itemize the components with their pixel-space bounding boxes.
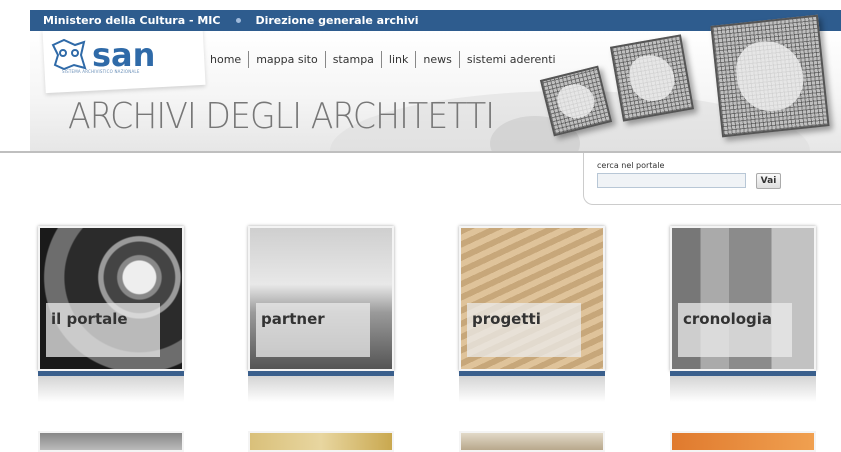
search-label: cerca nel portale: [597, 161, 665, 170]
tile-photo: progetti: [459, 226, 605, 371]
tile-photo: partner: [248, 226, 394, 371]
logo-subtitle: SISTEMA ARCHIVISTICO NAZIONALE: [62, 69, 140, 74]
tile-progetti[interactable]: progetti: [459, 226, 605, 402]
tile-reflection: [459, 376, 605, 402]
directorate-link[interactable]: Direzione generale archivi: [255, 14, 418, 27]
logo-emblem-icon: [51, 38, 87, 71]
tile-cronologia[interactable]: cronologia: [670, 226, 816, 402]
tile-reflection: [38, 376, 184, 402]
ministry-link[interactable]: Ministero della Cultura - MIC: [43, 14, 220, 27]
search-button[interactable]: Vai: [756, 173, 781, 189]
tile-il-portale[interactable]: il portale: [38, 226, 184, 402]
nav-member-systems[interactable]: sistemi aderenti: [458, 51, 563, 68]
nav-news[interactable]: news: [415, 51, 458, 68]
page-title: ARCHIVI DEGLI ARCHITETTI: [68, 96, 495, 137]
nav-home[interactable]: home: [203, 51, 248, 68]
wire-cube-icon: [609, 34, 695, 122]
tile-photo: il portale: [38, 226, 184, 371]
tile-reflection: [670, 376, 816, 402]
nav-sitemap[interactable]: mappa sito: [248, 51, 325, 68]
tile-label: il portale: [46, 303, 160, 357]
tile-reflection: [248, 376, 394, 402]
tile-photo: cronologia: [670, 226, 816, 371]
tile-partner[interactable]: partner: [248, 226, 394, 402]
nav-link[interactable]: link: [380, 51, 415, 68]
tile-next-row[interactable]: [670, 431, 816, 452]
tile-next-row[interactable]: [248, 431, 394, 452]
tile-label: cronologia: [678, 303, 792, 357]
tile-label: partner: [256, 303, 370, 357]
main-nav: home mappa sito stampa link news sistemi…: [203, 51, 563, 68]
search-panel: cerca nel portale Vai: [583, 153, 841, 205]
tile-next-row[interactable]: [38, 431, 184, 452]
nav-print[interactable]: stampa: [324, 51, 381, 68]
tile-next-row[interactable]: [459, 431, 605, 452]
wire-cube-icon: [710, 14, 830, 138]
tile-label: progetti: [467, 303, 581, 357]
bullet-separator: [236, 18, 242, 23]
search-input[interactable]: [597, 173, 746, 188]
